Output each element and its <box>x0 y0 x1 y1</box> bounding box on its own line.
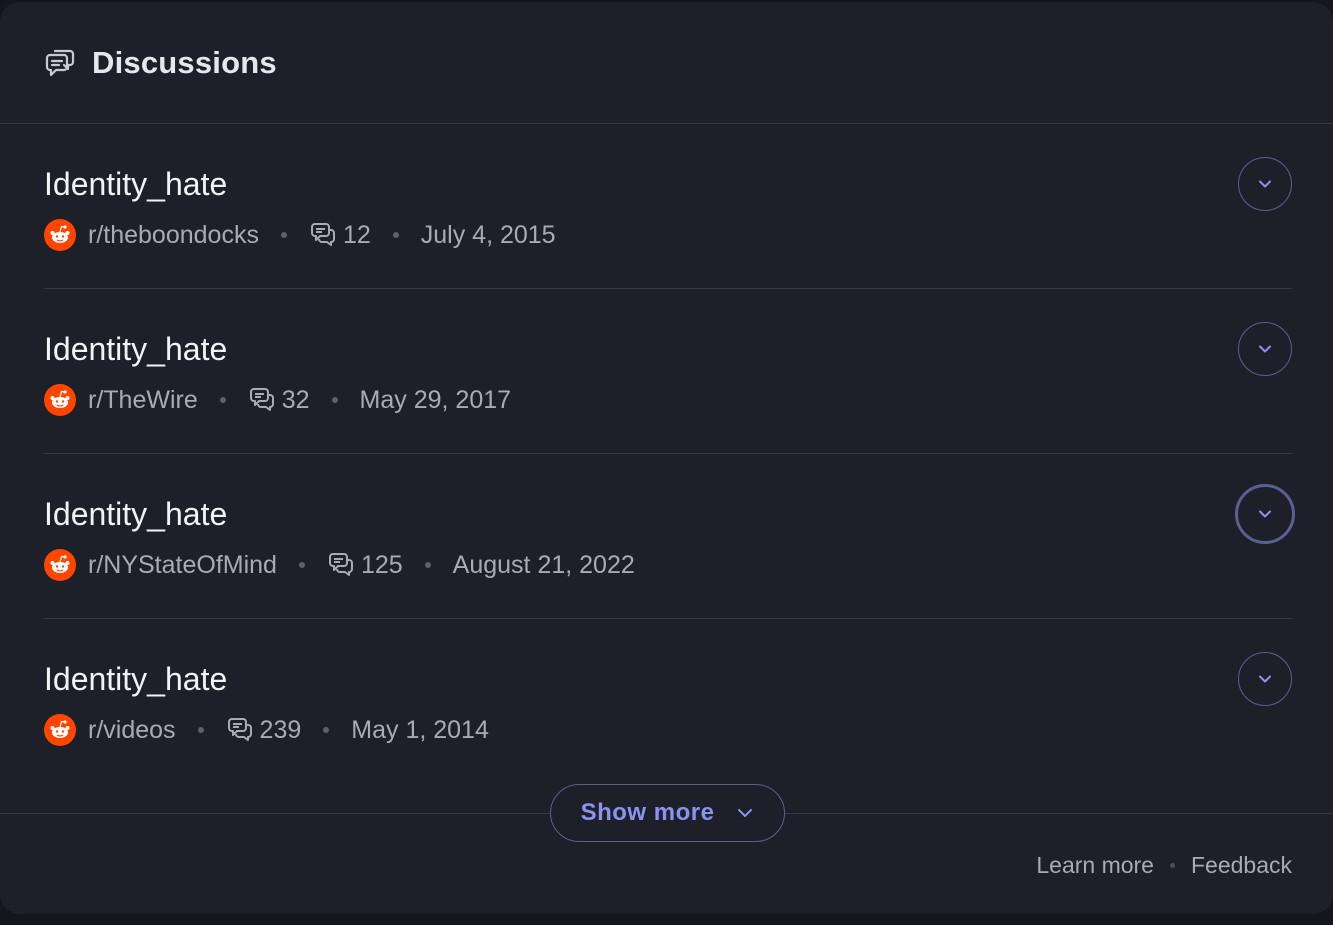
separator-dot <box>424 562 431 568</box>
discussion-meta: r/theboondocks 12 July 4, 2015 <box>44 219 556 251</box>
discussion-meta: r/videos 239 May 1, 2014 <box>44 714 489 746</box>
comment-count: 125 <box>360 551 403 579</box>
subreddit-link[interactable]: r/theboondocks <box>88 219 259 251</box>
separator-dot <box>331 397 338 403</box>
separator-dot <box>298 562 305 568</box>
reddit-icon <box>44 549 76 581</box>
show-more-label: Show more <box>580 799 715 826</box>
feedback-link[interactable]: Feedback <box>1191 852 1292 879</box>
discussion-list: Identity_hate r/theboondocks 12 July 4, … <box>0 124 1333 784</box>
separator-dot <box>280 232 287 238</box>
panel-header: Discussions <box>0 2 1333 124</box>
discussion-meta: r/TheWire 32 May 29, 2017 <box>44 384 511 416</box>
reddit-icon <box>44 219 76 251</box>
comment-count: 12 <box>342 221 371 249</box>
comment-count: 239 <box>259 716 302 744</box>
expand-button[interactable] <box>1238 157 1292 211</box>
discussions-icon <box>44 47 76 79</box>
comments-icon <box>249 388 274 411</box>
post-date: May 29, 2017 <box>359 386 512 414</box>
separator-dot <box>323 727 330 733</box>
reddit-icon <box>44 714 76 746</box>
show-more-button[interactable]: Show more <box>550 784 785 842</box>
discussion-title[interactable]: Identity_hate <box>44 659 227 699</box>
learn-more-link[interactable]: Learn more <box>1036 852 1154 879</box>
subreddit-link[interactable]: r/TheWire <box>88 384 198 416</box>
comments-icon <box>310 223 335 246</box>
post-date: August 21, 2022 <box>452 551 635 579</box>
discussion-title[interactable]: Identity_hate <box>44 329 227 369</box>
panel-title: Discussions <box>92 44 277 80</box>
subreddit-link[interactable]: r/NYStateOfMind <box>88 549 277 581</box>
reddit-icon <box>44 384 76 416</box>
subreddit-link[interactable]: r/videos <box>88 714 176 746</box>
separator-dot <box>1169 863 1175 868</box>
expand-button[interactable] <box>1238 652 1292 706</box>
chevron-down-icon <box>738 809 753 817</box>
post-date: July 4, 2015 <box>420 221 556 249</box>
comments-icon <box>328 553 353 576</box>
footer-links: Learn more Feedback <box>1036 852 1292 879</box>
discussion-meta: r/NYStateOfMind 125 August 21, 2022 <box>44 549 635 581</box>
discussions-panel: Discussions Identity_hate r/theboondocks <box>0 2 1333 914</box>
post-date: May 1, 2014 <box>351 716 489 744</box>
chevron-down-icon <box>1259 345 1271 353</box>
chevron-down-icon <box>1259 180 1271 188</box>
discussion-item[interactable]: Identity_hate r/NYStateOfMind 125 August… <box>44 454 1295 619</box>
separator-dot <box>197 727 204 733</box>
separator-dot <box>219 397 226 403</box>
comments-icon <box>227 718 252 741</box>
expand-button[interactable] <box>1235 484 1295 544</box>
separator-dot <box>392 232 399 238</box>
expand-button[interactable] <box>1238 322 1292 376</box>
discussion-title[interactable]: Identity_hate <box>44 494 227 534</box>
discussion-title[interactable]: Identity_hate <box>44 164 227 204</box>
panel-footer: Show more Learn more Feedback <box>0 784 1333 914</box>
discussion-item[interactable]: Identity_hate r/theboondocks 12 July 4, … <box>44 124 1292 289</box>
discussion-item[interactable]: Identity_hate r/TheWire 32 May 29, 2017 <box>44 289 1292 454</box>
comment-count: 32 <box>281 386 310 414</box>
chevron-down-icon <box>1259 510 1271 518</box>
discussion-item[interactable]: Identity_hate r/videos 239 May 1, 2014 <box>44 619 1292 784</box>
chevron-down-icon <box>1259 675 1271 683</box>
